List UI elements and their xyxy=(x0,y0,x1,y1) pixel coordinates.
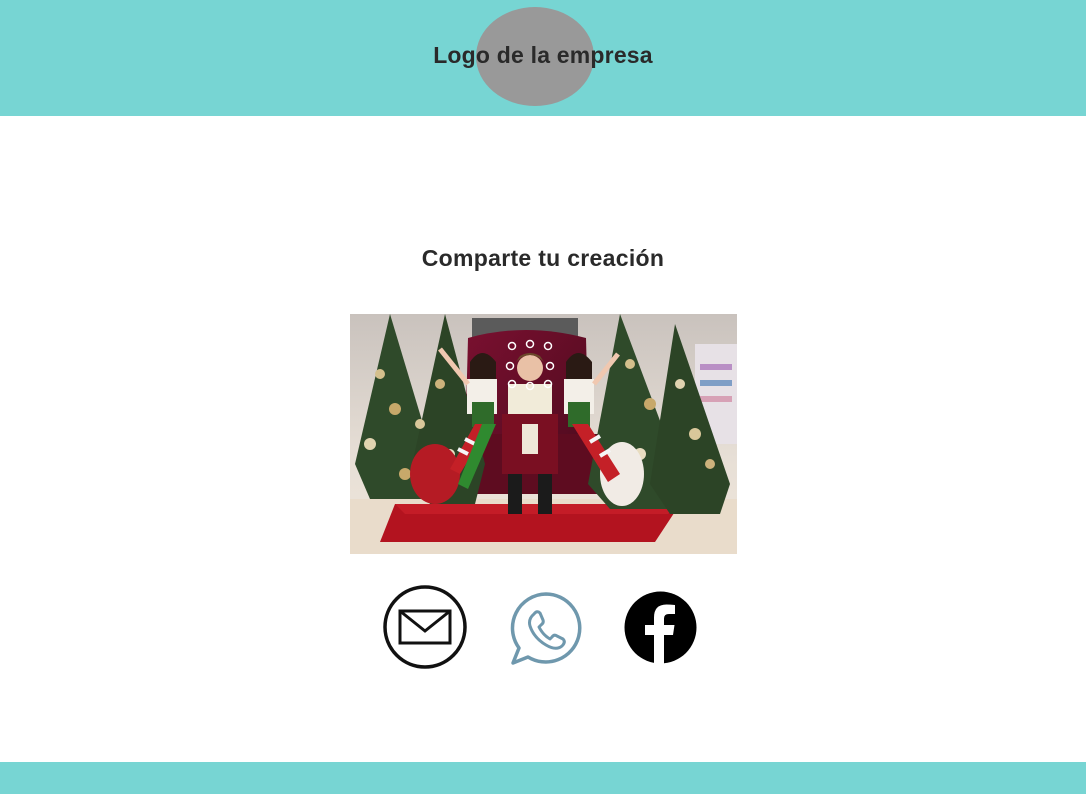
share-whatsapp-button[interactable] xyxy=(506,588,586,668)
footer-bar xyxy=(0,762,1086,794)
share-facebook-button[interactable] xyxy=(623,590,698,665)
whatsapp-icon xyxy=(510,592,582,665)
share-email-button[interactable] xyxy=(382,584,468,670)
creation-photo xyxy=(350,314,737,554)
facebook-icon xyxy=(624,591,697,664)
page-title: Comparte tu creación xyxy=(421,245,665,271)
company-logo-text: Logo de la empresa xyxy=(433,42,653,68)
header-bar: Logo de la empresa xyxy=(0,0,1086,116)
email-icon xyxy=(383,585,467,669)
